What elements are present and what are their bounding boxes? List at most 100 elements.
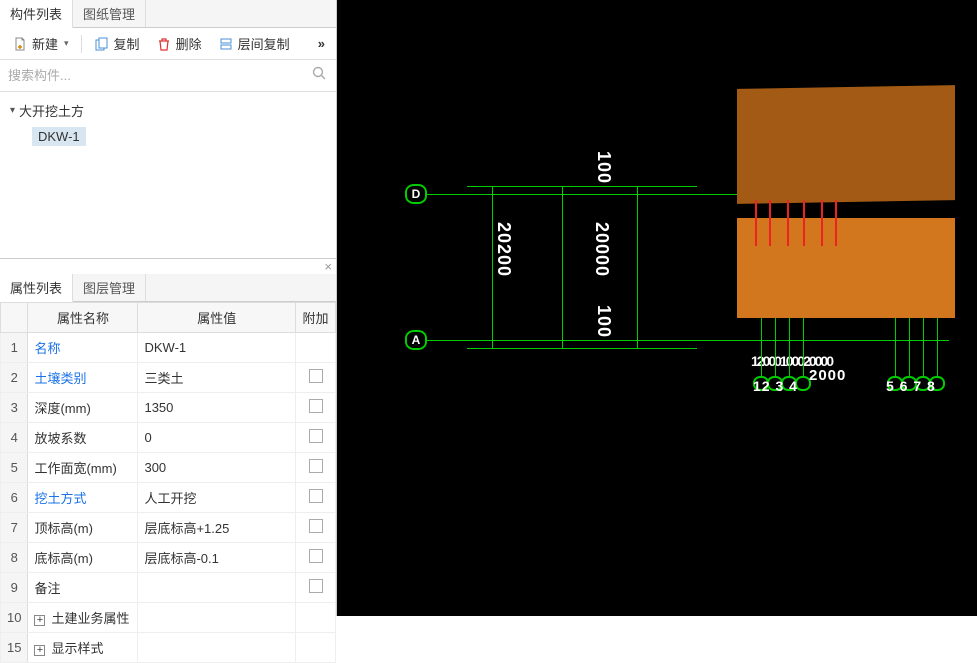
- row-number: 5: [1, 453, 28, 483]
- delete-label: 删除: [176, 34, 202, 53]
- property-row[interactable]: 3深度(mm)1350: [1, 393, 336, 423]
- search-input[interactable]: [8, 64, 328, 87]
- property-row[interactable]: 9备注: [1, 573, 336, 603]
- property-table: 属性名称 属性值 附加 1名称DKW-12土壤类别三类土3深度(mm)13504…: [0, 302, 336, 663]
- axis-stub-3: [789, 318, 790, 376]
- prop-value-cell[interactable]: 300: [138, 453, 296, 483]
- property-row[interactable]: 10+土建业务属性: [1, 603, 336, 633]
- prop-value-cell[interactable]: 层底标高-0.1: [138, 543, 296, 573]
- tab-components[interactable]: 构件列表: [0, 0, 73, 28]
- row-number: 1: [1, 333, 28, 363]
- viewport-3d[interactable]: D A 100 20200 20000 100: [337, 0, 977, 616]
- prop-name-cell[interactable]: 工作面宽(mm): [28, 453, 138, 483]
- property-row[interactable]: 7顶标高(m)层底标高+1.25: [1, 513, 336, 543]
- prop-name-cell[interactable]: 底标高(m): [28, 543, 138, 573]
- axis-stub-1: [761, 318, 762, 376]
- delete-button[interactable]: 删除: [150, 32, 208, 55]
- prop-name: 深度(mm): [34, 401, 90, 416]
- property-row[interactable]: 4放坡系数0: [1, 423, 336, 453]
- prop-name-cell[interactable]: +土建业务属性: [28, 603, 138, 633]
- expand-icon[interactable]: +: [34, 615, 45, 626]
- prop-value-cell[interactable]: 层底标高+1.25: [138, 513, 296, 543]
- expand-icon[interactable]: +: [34, 645, 45, 656]
- dim-20000: 20000: [591, 222, 612, 277]
- prop-name-cell[interactable]: 顶标高(m): [28, 513, 138, 543]
- floor-copy-icon: [218, 37, 234, 51]
- axis-nums-left: 12 3 4: [753, 378, 798, 394]
- property-row[interactable]: 15 + 显示样式: [1, 633, 336, 663]
- checkbox[interactable]: [309, 549, 323, 563]
- prop-name: 底标高(m): [34, 551, 93, 566]
- checkbox[interactable]: [309, 579, 323, 593]
- checkbox[interactable]: [309, 399, 323, 413]
- prop-value-cell[interactable]: 三类土: [138, 363, 296, 393]
- trash-icon: [156, 37, 172, 51]
- prop-extra-cell[interactable]: [296, 453, 336, 483]
- row-number: 15: [1, 633, 28, 663]
- floor-copy-button[interactable]: 层间复制: [212, 32, 296, 55]
- prop-value-cell[interactable]: [138, 603, 296, 633]
- property-row[interactable]: 5工作面宽(mm)300: [1, 453, 336, 483]
- prop-name: 土壤类别: [34, 371, 86, 386]
- prop-name: 显示样式: [51, 641, 103, 656]
- dim-line-top: [467, 186, 697, 187]
- prop-name-cell[interactable]: 备注: [28, 573, 138, 603]
- prop-name: 名称: [34, 341, 60, 356]
- prop-name-cell[interactable]: 挖土方式: [28, 483, 138, 513]
- checkbox[interactable]: [309, 489, 323, 503]
- panel-close[interactable]: ×: [0, 259, 336, 274]
- tab-layers[interactable]: 图层管理: [73, 274, 146, 301]
- tab-properties[interactable]: 属性列表: [0, 274, 73, 302]
- row-number: 7: [1, 513, 28, 543]
- prop-extra-cell[interactable]: [296, 393, 336, 423]
- property-row[interactable]: 8底标高(m)层底标高-0.1: [1, 543, 336, 573]
- toolbar-more[interactable]: »: [314, 36, 330, 51]
- prop-name-cell[interactable]: 深度(mm): [28, 393, 138, 423]
- prop-value-cell[interactable]: DKW-1: [138, 333, 296, 363]
- prop-name-cell[interactable]: 土壤类别: [28, 363, 138, 393]
- prop-value-cell[interactable]: 0: [138, 423, 296, 453]
- row-number: 10: [1, 603, 28, 633]
- col-header-num: [1, 303, 28, 333]
- checkbox[interactable]: [309, 369, 323, 383]
- rebar-5: [821, 200, 823, 246]
- properties-panel: × 属性列表 图层管理 属性名称 属性值 附加 1名称DKW-12土壤类别三类土…: [0, 258, 336, 616]
- prop-extra-cell[interactable]: [296, 543, 336, 573]
- prop-extra-cell[interactable]: [296, 423, 336, 453]
- prop-extra-cell[interactable]: [296, 363, 336, 393]
- search-icon[interactable]: [312, 66, 326, 83]
- checkbox[interactable]: [309, 429, 323, 443]
- checkbox[interactable]: [309, 459, 323, 473]
- prop-name: 挖土方式: [34, 491, 86, 506]
- prop-value-cell[interactable]: 1350: [138, 393, 296, 423]
- tree-item-dkw1[interactable]: DKW-1: [32, 127, 86, 146]
- row-number: 2: [1, 363, 28, 393]
- tree-root[interactable]: ▾ 大开挖土方: [4, 98, 332, 123]
- checkbox[interactable]: [309, 519, 323, 533]
- rebar-1: [755, 200, 757, 246]
- prop-value-cell[interactable]: 人工开挖: [138, 483, 296, 513]
- prop-value-cell[interactable]: [138, 633, 296, 663]
- axis-stub-2: [775, 318, 776, 376]
- prop-extra-cell[interactable]: [296, 483, 336, 513]
- property-row[interactable]: 6挖土方式人工开挖: [1, 483, 336, 513]
- prop-name-cell[interactable]: 放坡系数: [28, 423, 138, 453]
- col-header-value: 属性值: [138, 303, 296, 333]
- prop-name-cell[interactable]: 名称: [28, 333, 138, 363]
- axis-stub-4: [803, 318, 804, 376]
- prop-extra-cell: [296, 633, 336, 663]
- dim-100-bot: 100: [593, 305, 614, 338]
- prop-extra-cell[interactable]: [296, 513, 336, 543]
- property-row[interactable]: 1 名称 DKW-1: [1, 333, 336, 363]
- copy-button[interactable]: 复制: [88, 32, 146, 55]
- prop-extra-cell[interactable]: [296, 573, 336, 603]
- new-button[interactable]: 新建 ▾: [6, 32, 75, 55]
- tab-drawings[interactable]: 图纸管理: [73, 0, 146, 27]
- property-row[interactable]: 2 土壤类别 三类土: [1, 363, 336, 393]
- prop-value-cell[interactable]: [138, 573, 296, 603]
- new-file-icon: [12, 37, 28, 51]
- axis-nums-right: 5 6 7 8: [886, 378, 936, 394]
- prop-name-cell[interactable]: + 显示样式: [28, 633, 138, 663]
- rebar-6: [835, 200, 837, 246]
- rebar-2: [769, 200, 771, 246]
